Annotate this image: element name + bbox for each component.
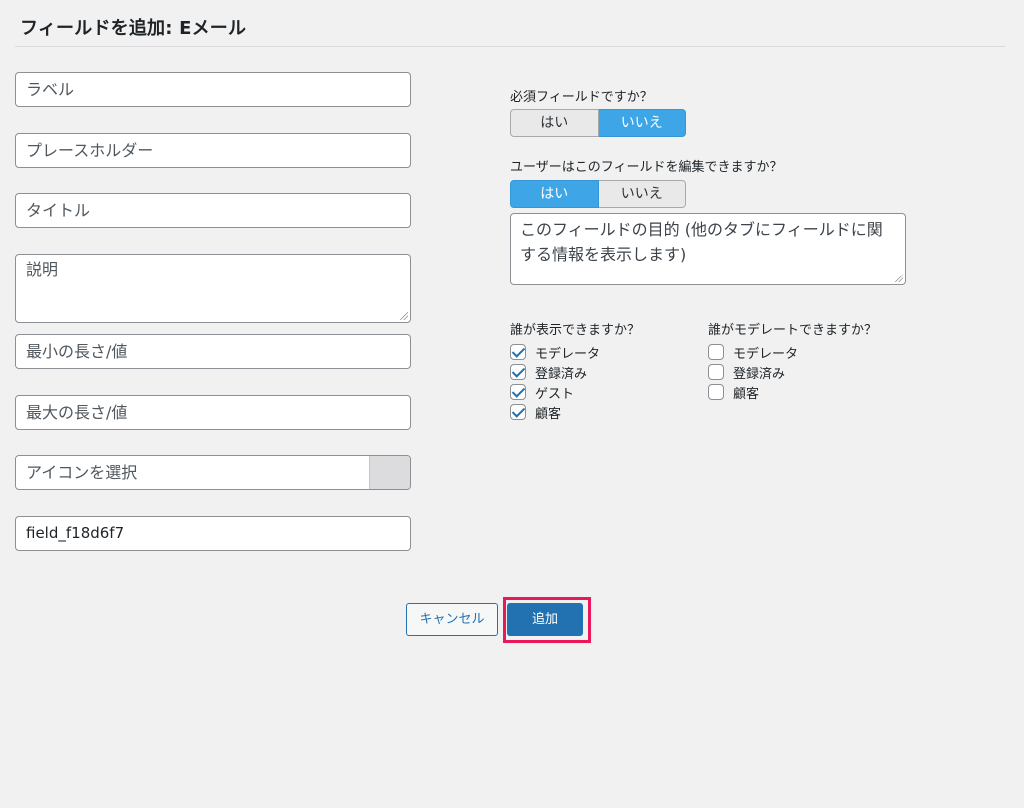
checkbox-checked[interactable] (510, 364, 526, 380)
purpose-placeholder: このフィールドの目的 (他のタブにフィールドに関する情報を表示します) (520, 220, 883, 264)
moderated-by-moderator[interactable]: モデレータ (708, 343, 799, 362)
visible-to-moderator[interactable]: モデレータ (510, 343, 601, 362)
checkbox-unchecked[interactable] (708, 384, 724, 400)
title-divider (15, 46, 1005, 47)
moderated-by-customer[interactable]: 顧客 (708, 383, 760, 402)
checkbox-checked[interactable] (510, 344, 526, 360)
checkbox-label: ゲスト (535, 386, 575, 402)
editable-no-button[interactable]: いいえ (598, 180, 686, 208)
page-title: フィールドを追加: Eメール (20, 18, 247, 39)
checkbox-unchecked[interactable] (708, 344, 724, 360)
checkbox-label: モデレータ (535, 346, 601, 362)
description-textarea[interactable]: 説明 (15, 254, 411, 323)
resize-handle-icon[interactable] (895, 274, 903, 282)
placeholder-input[interactable]: プレースホルダー (15, 133, 411, 168)
editable-yes-button[interactable]: はい (510, 180, 599, 208)
min-length-input[interactable]: 最小の長さ/値 (15, 334, 411, 369)
moderated-by-registered[interactable]: 登録済み (708, 363, 786, 382)
purpose-textarea[interactable]: このフィールドの目的 (他のタブにフィールドに関する情報を表示します) (510, 213, 906, 285)
checkbox-label: 登録済み (733, 366, 786, 382)
required-toggle: はい いいえ (510, 109, 686, 137)
visible-to-registered[interactable]: 登録済み (510, 363, 588, 382)
moderated-by-label: 誰がモデレートできますか？ (708, 323, 878, 338)
checkbox-label: 顧客 (535, 406, 562, 422)
checkbox-checked[interactable] (510, 384, 526, 400)
checkbox-label: 顧客 (733, 386, 760, 402)
cancel-button[interactable]: キャンセル (406, 603, 498, 636)
checkbox-checked[interactable] (510, 404, 526, 420)
editable-toggle: はい いいえ (510, 180, 686, 208)
checkbox-label: モデレータ (733, 346, 799, 362)
icon-select-input[interactable]: アイコンを選択 (15, 455, 411, 490)
visible-to-guest[interactable]: ゲスト (510, 383, 575, 402)
visible-to-customer[interactable]: 顧客 (510, 403, 562, 422)
checkbox-label: 登録済み (535, 366, 588, 382)
field-key-input[interactable]: field_f18d6f7 (15, 516, 411, 551)
required-question-label: 必須フィールドですか？ (510, 90, 653, 105)
editable-question-label: ユーザーはこのフィールドを編集できますか？ (510, 160, 783, 175)
max-length-input[interactable]: 最大の長さ/値 (15, 395, 411, 430)
required-yes-button[interactable]: はい (510, 109, 599, 137)
label-input[interactable]: ラベル (15, 72, 411, 107)
add-button[interactable]: 追加 (507, 603, 583, 636)
icon-select-placeholder: アイコンを選択 (26, 463, 138, 482)
resize-handle-icon[interactable] (400, 312, 408, 320)
required-no-button[interactable]: いいえ (598, 109, 686, 137)
checkbox-unchecked[interactable] (708, 364, 724, 380)
icon-picker-button[interactable] (369, 456, 410, 489)
title-input[interactable]: タイトル (15, 193, 411, 228)
visible-to-label: 誰が表示できますか？ (510, 323, 641, 338)
description-placeholder: 説明 (26, 260, 59, 279)
